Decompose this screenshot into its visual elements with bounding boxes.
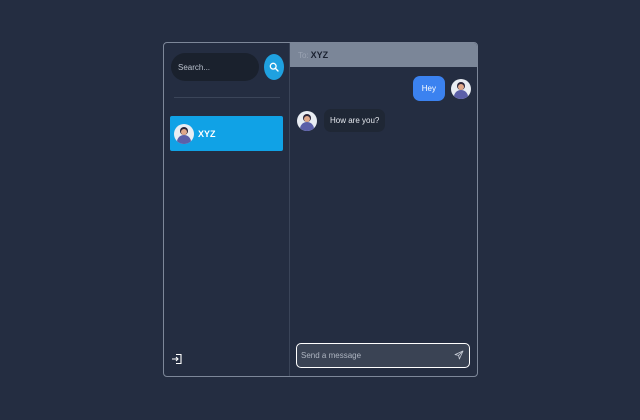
logout-button[interactable]	[171, 352, 183, 365]
recipient-name: XYZ	[310, 50, 329, 60]
chat-header: To: XYZ	[290, 43, 477, 67]
sidebar: XYZ	[164, 43, 290, 376]
logout-icon	[171, 352, 183, 369]
contact-item-xyz[interactable]: XYZ	[170, 116, 283, 151]
send-icon	[454, 347, 464, 365]
send-button[interactable]	[449, 346, 469, 366]
avatar	[297, 110, 317, 131]
avatar	[451, 78, 471, 99]
avatar	[174, 123, 194, 144]
message-sent: Hey	[412, 76, 471, 101]
message-bubble-received: How are you?	[324, 109, 386, 132]
message-received: How are you?	[297, 109, 386, 132]
sidebar-divider	[174, 97, 280, 98]
search-icon	[269, 60, 279, 75]
chat-app-window: XYZ To: XYZ Hey	[163, 42, 478, 377]
search-input[interactable]	[171, 53, 259, 81]
search-button[interactable]	[264, 54, 284, 80]
message-composer	[296, 343, 470, 368]
search-bar	[171, 53, 284, 81]
contact-name: XYZ	[198, 128, 216, 139]
recipient-prefix: To:	[298, 50, 309, 60]
message-bubble-sent: Hey	[412, 76, 445, 101]
chat-panel: To: XYZ Hey How are you?	[290, 43, 477, 376]
message-input[interactable]	[297, 351, 449, 360]
